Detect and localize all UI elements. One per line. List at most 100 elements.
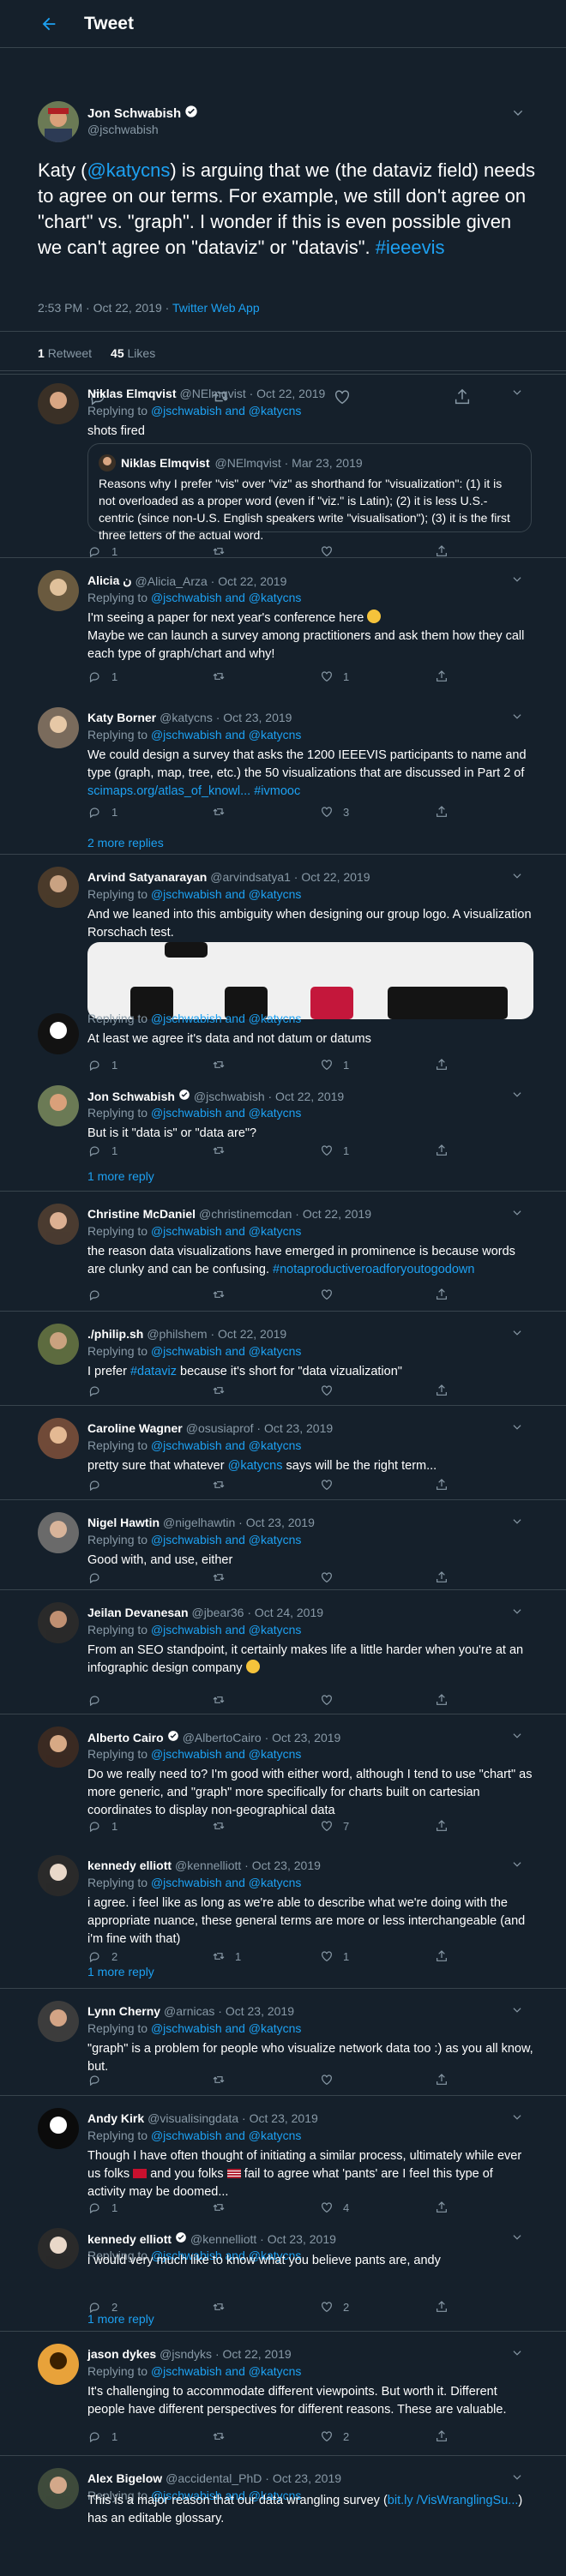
- reply-button[interactable]: [87, 2071, 111, 2088]
- author-name[interactable]: ./philip.sh: [87, 1327, 143, 1341]
- avatar[interactable]: [38, 383, 79, 424]
- reply-button[interactable]: [87, 1569, 111, 1586]
- retweet-button[interactable]: [211, 2298, 235, 2315]
- avatar[interactable]: [38, 1602, 79, 1643]
- author-name[interactable]: Caroline Wagner: [87, 1421, 183, 1435]
- replying-to-link[interactable]: @jschwabish and @katycns: [151, 404, 302, 417]
- author-handle[interactable]: @jsndyks · Oct 22, 2019: [160, 2347, 292, 2361]
- chevron-down-icon[interactable]: [511, 2004, 523, 2021]
- author-name[interactable]: Jon Schwabish: [87, 1090, 175, 1103]
- chevron-down-icon[interactable]: [511, 1516, 523, 1532]
- avatar[interactable]: [38, 1013, 79, 1054]
- avatar[interactable]: [38, 1204, 79, 1245]
- replying-to-link[interactable]: @jschwabish and @katycns: [151, 1224, 302, 1238]
- chevron-down-icon[interactable]: [511, 1858, 523, 1875]
- author-handle[interactable]: @visualisingdata · Oct 23, 2019: [148, 2111, 318, 2125]
- author-name[interactable]: kennedy elliott: [87, 1858, 172, 1872]
- author-handle[interactable]: @accidental_PhD · Oct 23, 2019: [166, 2471, 341, 2485]
- chevron-down-icon[interactable]: [511, 1730, 523, 1746]
- reply-tweet[interactable]: ./philip.sh @philshem · Oct 22, 2019 Reply…: [0, 1312, 566, 1406]
- like-button[interactable]: [319, 1286, 343, 1303]
- reply-button[interactable]: 1: [87, 668, 117, 685]
- retweet-button[interactable]: [211, 1569, 235, 1586]
- reply-tweet[interactable]: Alex Bigelow @accidental_PhD · Oct 23, 20…: [0, 2456, 566, 2576]
- reply-button[interactable]: [87, 1691, 111, 1708]
- author-handle[interactable]: @christinemcdan · Oct 22, 2019: [199, 1207, 371, 1221]
- retweet-button[interactable]: [211, 1382, 235, 1399]
- avatar[interactable]: [38, 1324, 79, 1365]
- show-more-replies-link[interactable]: 2 more replies: [87, 836, 164, 850]
- avatar[interactable]: [38, 2108, 79, 2149]
- tweet-link[interactable]: #dataviz: [130, 1365, 177, 1378]
- chevron-down-icon[interactable]: [511, 2471, 523, 2488]
- reply-tweet[interactable]: kennedy elliott @kennelliott · Oct 23, 20…: [0, 2216, 566, 2332]
- reply-tweet[interactable]: Lynn Cherny @arnicas · Oct 23, 2019 Replyi…: [0, 1989, 566, 2096]
- avatar[interactable]: [38, 2344, 79, 2385]
- reply-button[interactable]: 1: [87, 803, 117, 820]
- like-count[interactable]: 45 Likes: [111, 346, 155, 360]
- show-more-replies-link[interactable]: 1 more reply: [87, 2312, 154, 2326]
- chevron-down-icon[interactable]: [511, 387, 523, 403]
- replying-to-link[interactable]: @jschwabish and @katycns: [151, 2129, 302, 2142]
- author-name[interactable]: Katy Borner: [87, 711, 156, 724]
- reply-tweet[interactable]: Jeilan Devanesan @jbear36 · Oct 24, 2019 R…: [0, 1590, 566, 1714]
- share-button[interactable]: [434, 543, 449, 560]
- author-name[interactable]: Niklas Elmqvist: [87, 387, 177, 400]
- share-button[interactable]: [434, 668, 449, 685]
- retweet-button[interactable]: [211, 2199, 235, 2216]
- avatar[interactable]: [38, 707, 79, 748]
- replying-to-link[interactable]: @jschwabish and @katycns: [151, 1533, 302, 1546]
- retweet-button[interactable]: [211, 1691, 235, 1708]
- retweet-button[interactable]: [211, 1142, 235, 1159]
- replying-to-link[interactable]: @jschwabish and @katycns: [151, 1747, 302, 1761]
- reply-button[interactable]: 2: [87, 1948, 117, 1965]
- share-button[interactable]: [434, 1691, 449, 1708]
- reply-tweet[interactable]: Alicia ن @Alicia_Arza · Oct 22, 2019 Reply…: [0, 558, 566, 695]
- like-button[interactable]: 1: [319, 668, 349, 685]
- chevron-down-icon[interactable]: [511, 1327, 523, 1343]
- like-button[interactable]: [319, 543, 343, 560]
- author-name[interactable]: Lynn Cherny: [87, 2004, 160, 2018]
- like-button[interactable]: 4: [319, 2199, 349, 2216]
- author-handle[interactable]: @katycns · Oct 23, 2019: [160, 711, 292, 724]
- avatar[interactable]: [38, 867, 79, 908]
- share-button[interactable]: [434, 1286, 449, 1303]
- author-handle[interactable]: @nigelhawtin · Oct 23, 2019: [163, 1516, 315, 1529]
- avatar[interactable]: [38, 1085, 79, 1126]
- reply-tweet[interactable]: Jon Schwabish @jschwabish · Oct 22, 2019 R…: [0, 1073, 566, 1192]
- retweet-button[interactable]: [211, 543, 235, 560]
- share-button[interactable]: [434, 1817, 449, 1834]
- quoted-tweet[interactable]: Niklas Elmqvist @NElmqvist · Mar 23, 2019…: [87, 443, 532, 542]
- chevron-down-icon[interactable]: [511, 106, 525, 124]
- author-handle[interactable]: @osusiaprof · Oct 23, 2019: [186, 1421, 333, 1435]
- chevron-down-icon[interactable]: [511, 2231, 523, 2248]
- tweet-link[interactable]: #notaproductiveroadforyoutogodown: [273, 1263, 474, 1276]
- like-button[interactable]: 7: [319, 1817, 349, 1834]
- chevron-down-icon[interactable]: [511, 2347, 523, 2363]
- share-button[interactable]: [434, 1382, 449, 1399]
- reply-tweet[interactable]: Andy Kirk @visualisingdata · Oct 23, 2019…: [0, 2096, 566, 2216]
- reply-tweet[interactable]: Alberto Cairo @AlbertoCairo · Oct 23, 201…: [0, 1714, 566, 1843]
- reply-button[interactable]: [87, 1286, 111, 1303]
- reply-tweet[interactable]: Katy Borner @katycns · Oct 23, 2019 Replyi…: [0, 695, 566, 855]
- share-button[interactable]: [434, 1142, 449, 1159]
- retweet-button[interactable]: [211, 2428, 235, 2445]
- replying-to-link[interactable]: @jschwabish and @katycns: [151, 887, 302, 901]
- reply-button[interactable]: 1: [87, 543, 117, 560]
- like-button[interactable]: [319, 1569, 343, 1586]
- author-name[interactable]: Nigel Hawtin: [87, 1516, 160, 1529]
- reply-tweet[interactable]: Niklas Elmqvist @NElmqvist · Oct 22, 2019…: [0, 371, 566, 558]
- replying-to-link[interactable]: @jschwabish and @katycns: [151, 1012, 302, 1025]
- author-handle[interactable]: @arvindsatya1 · Oct 22, 2019: [210, 870, 370, 884]
- like-button[interactable]: 1: [319, 1142, 349, 1159]
- author-handle[interactable]: @jschwabish: [87, 123, 159, 136]
- retweet-button[interactable]: 1: [211, 1948, 241, 1965]
- avatar[interactable]: [38, 570, 79, 611]
- chevron-down-icon[interactable]: [511, 711, 523, 727]
- reply-tweet[interactable]: Caroline Wagner @osusiaprof · Oct 23, 201…: [0, 1406, 566, 1500]
- reply-tweet[interactable]: Replying to @jschwabish and @katycns At l…: [0, 1005, 566, 1073]
- chevron-down-icon[interactable]: [511, 1421, 523, 1438]
- reply-button[interactable]: [87, 1476, 111, 1493]
- retweet-button[interactable]: [211, 668, 235, 685]
- author-name[interactable]: jason dykes: [87, 2347, 156, 2361]
